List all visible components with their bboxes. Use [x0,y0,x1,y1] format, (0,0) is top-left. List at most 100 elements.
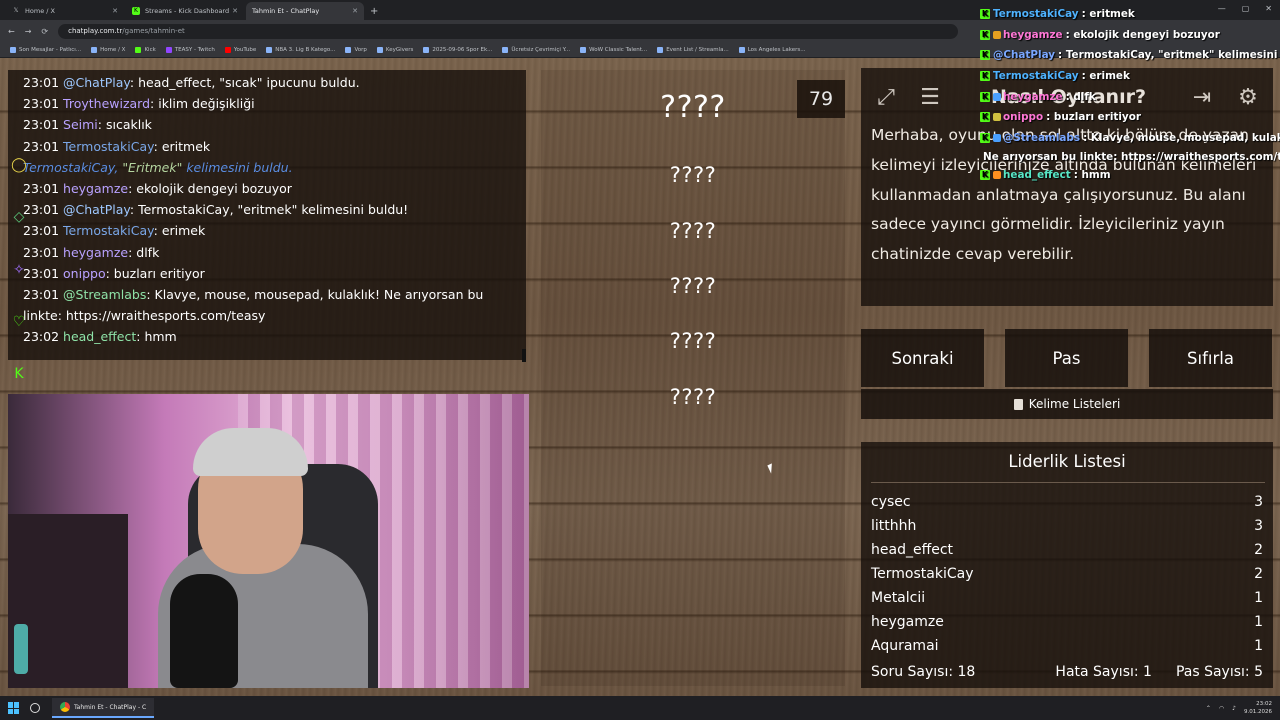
bookmark-icon [224,46,231,53]
tab-chatplay[interactable]: Tahmin Et - ChatPlay ✕ [246,2,364,20]
bookmark-item[interactable]: YouTube [224,46,256,53]
windows-taskbar: Tahmin Et - ChatPlay - C ⌃ ◠ ♪ 23:02 9.0… [0,696,1280,720]
kick-badge-icon: K [14,366,24,382]
stream-chat-overlay: K TermostakiCay: eritmek Kheygamze: ekolo… [980,4,1280,186]
chevron-up-icon[interactable]: ⌃ [1206,705,1211,712]
bookmark-item[interactable]: Vorp [345,46,367,53]
forbidden-word: ???? [669,163,717,187]
kick-logo-icon: K [132,7,140,15]
bookmark-item[interactable]: Los Angeles Lakers... [738,46,805,53]
bookmark-icon [10,46,16,53]
tab-label: Tahmin Et - ChatPlay [252,7,320,15]
leaderboard-row: litthhh 3 [871,518,1263,534]
bookmark-icon [580,46,587,53]
chat-scrollbar[interactable] [522,349,526,362]
bookmark-item[interactable]: NBA 3. Lig B Katego... [266,46,335,53]
new-tab-button[interactable]: + [370,6,378,17]
kick-logo-icon: K [980,9,990,20]
leaderboard-row: head_effect 2 [871,542,1263,558]
bookmark-item[interactable]: TEASY - Twitch [165,46,215,53]
close-icon[interactable]: ✕ [352,7,358,15]
bookmark-item[interactable]: 2025-09-06 Spor Ek... [423,46,492,53]
bookmark-icon [345,46,352,53]
windows-start-icon[interactable] [8,702,20,714]
chat-message: 23:01 Seimi: sıcaklık [23,117,152,133]
leaderboard-title: Liderlik Listesi [1008,452,1126,471]
system-tray: ⌃ ◠ ♪ 23:02 9.01.2026 [1206,700,1272,716]
bookmark-icon [423,46,430,53]
close-icon[interactable]: ✕ [112,7,118,15]
back-icon[interactable]: ← [8,27,15,36]
chat-message: 23:01 TermostakiCay: eritmek [23,138,211,154]
overlay-message: Kheygamze: dlfk [980,90,1096,103]
kick-logo-icon: K [980,71,990,82]
word-lists-button[interactable]: Kelime Listeleri [861,389,1273,419]
fullscreen-icon[interactable]: ⤢ [869,80,903,114]
bookmark-icon [376,46,383,53]
chat-message: 23:01 onippo: buzları eritiyor [23,265,205,281]
tab-home-x[interactable]: 𝕏 Home / X ✕ [6,2,124,20]
chrome-icon [60,702,70,712]
bookmark-item[interactable]: Son Mesajlar - Patlıcı... [10,46,81,53]
bookmark-item[interactable]: WoW Classic Talent... [580,46,647,53]
bookmark-item[interactable]: Ücretsiz Çevrimiçi Y... [502,46,570,53]
url-host: chatplay.com.tr [68,27,123,35]
webcam-feed [8,394,529,688]
volume-icon[interactable]: ♪ [1232,705,1236,712]
tab-label: Streams - Kick Dashboard [145,7,230,15]
url-field[interactable]: chatplay.com.tr/games/tahmin-et [58,23,959,39]
forbidden-word: ???? [669,274,717,298]
forbidden-word: ???? [669,385,717,409]
leaderboard-row: Metalcii 1 [871,590,1263,606]
overlay-message: K @Streamlabs: Klavye, mouse, mousepad, k… [980,131,1280,144]
bookmark-icon [91,46,98,53]
kick-logo-icon: K [980,91,990,102]
chat-message: 23:02 head_effect: hmm [23,329,177,345]
word-found-notice: TermostakiCay, "Eritmek" kelimesini buld… [23,159,293,175]
taskbar-app-chrome[interactable]: Tahmin Et - ChatPlay - C [52,698,155,718]
pass-count: Pas Sayısı: 5 [1175,664,1263,680]
overlay-message: Kheygamze: ekolojik dengeyi bozuyor [980,28,1220,41]
next-button[interactable]: Sonraki [861,329,984,387]
bookmark-icon [502,46,509,53]
kick-logo-icon: K [980,50,990,61]
forward-icon[interactable]: → [25,27,32,36]
overlay-message-continued: Ne arıyorsan bu linkte: https://wraithes… [983,150,1280,163]
document-icon[interactable]: ☰ [913,80,947,114]
overlay-message: K TermostakiCay: erimek [980,70,1130,83]
chat-message: 23:01 @Streamlabs: Klavye, mouse, mousepa… [23,287,484,324]
leaderboard-panel: Liderlik Listesi cysec 3 litthhh 3 head_ef… [861,442,1273,688]
bookmark-item[interactable]: Event List / Streamla... [657,46,729,53]
reset-button[interactable]: Sıfırla [1149,329,1272,387]
chat-message: 23:01 heygamze: ekolojik dengeyi bozuyor [23,181,292,197]
heart-badge-icon: ♡ [12,314,26,330]
close-icon[interactable]: ✕ [232,7,238,15]
tab-label: Home / X [25,7,55,15]
clock[interactable]: 23:02 9.01.2026 [1244,700,1272,716]
taskbar-app-label: Tahmin Et - ChatPlay - C [74,703,147,711]
url-path: /games/tahmin-et [122,27,185,35]
search-icon[interactable] [30,703,40,713]
tab-kick-dashboard[interactable]: K Streams - Kick Dashboard ✕ [126,2,244,20]
bookmark-icon [266,46,273,53]
leaderboard-row: TermostakiCay 2 [871,566,1263,582]
kick-logo-icon: K [980,170,990,181]
forbidden-word: ???? [669,329,717,353]
notepad-icon [1013,398,1023,410]
game-stats: Soru Sayısı: 18 Hata Sayısı: 1 Pas Sayıs… [871,664,1263,680]
question-count: Soru Sayısı: 18 [871,664,976,680]
diamond-badge-icon: ◇ [13,209,25,225]
stream-chat-panel: 23:01 @ChatPlay: head_effect, "sıcak" ipu… [8,70,526,362]
badge-icon [993,30,1001,39]
badge-icon [993,171,1001,180]
bookmark-item[interactable]: Kick [135,46,156,53]
bookmark-item[interactable]: KeyGivers [376,46,413,53]
badge-icon [993,113,1001,122]
bookmark-item[interactable]: Home / X [91,46,125,53]
pass-button[interactable]: Pas [1005,329,1128,387]
reload-icon[interactable]: ⟳ [41,27,48,36]
circle-badge-icon: ◯ [11,157,27,173]
overlay-message: K @ChatPlay: TermostakiCay, "eritmek" kel… [980,49,1280,62]
wifi-icon[interactable]: ◠ [1219,705,1224,712]
chat-message: 23:01 Troythewizard: iklim değişikliği [23,96,255,112]
